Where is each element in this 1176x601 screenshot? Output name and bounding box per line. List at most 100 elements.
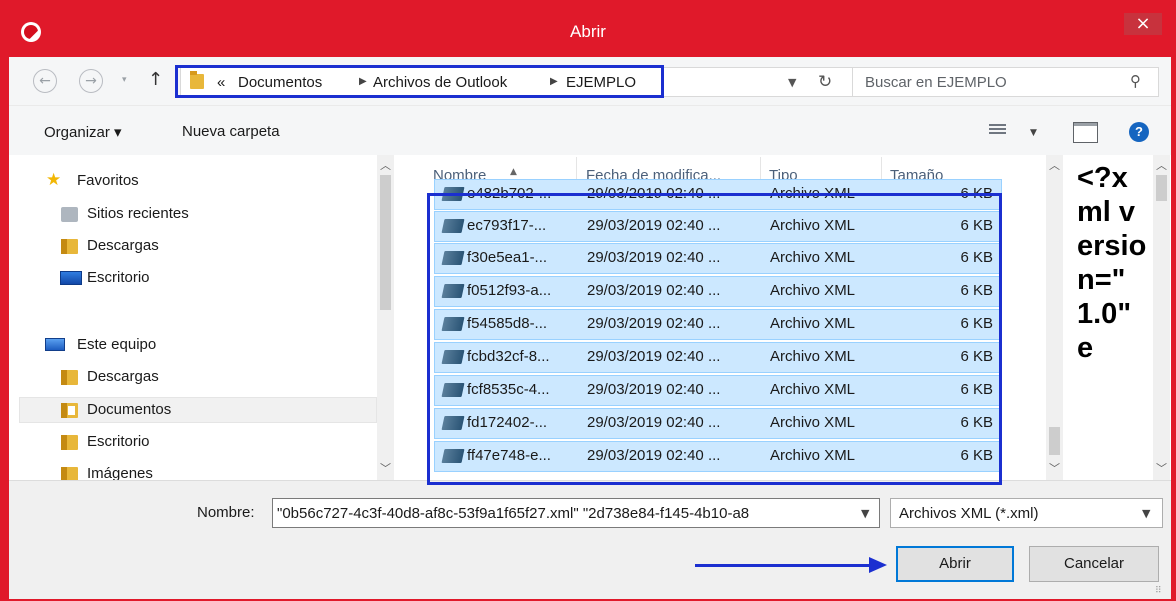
view-options-dropdown[interactable]: ▼ — [1030, 128, 1037, 138]
file-size: 6 KB — [960, 217, 993, 234]
file-type: Archivo XML — [770, 282, 856, 299]
file-type: Archivo XML — [770, 315, 856, 332]
file-name: fcbd32cf-8... — [467, 348, 550, 365]
organize-button[interactable]: Organizar ▾ — [44, 123, 122, 141]
forward-button[interactable]: → — [79, 69, 103, 93]
title-bar[interactable]: Abrir × — [0, 0, 1176, 60]
file-name: fcf8535c-4... — [467, 381, 550, 398]
file-rows: e482b702-... 29/03/2019 02:40 ... Archiv… — [434, 179, 1002, 475]
scroll-down-icon[interactable]: ﹀ — [380, 460, 391, 476]
scroll-thumb[interactable] — [380, 175, 391, 310]
nav-item-descargas[interactable]: Descargas — [19, 234, 377, 260]
file-type-select[interactable]: Archivos XML (*.xml) ▼ — [890, 498, 1163, 528]
xml-file-icon — [441, 416, 465, 430]
table-row[interactable]: f30e5ea1-... 29/03/2019 02:40 ... Archiv… — [434, 243, 1002, 274]
table-row[interactable]: fcbd32cf-8... 29/03/2019 02:40 ... Archi… — [434, 342, 1002, 373]
chevron-down-icon[interactable]: ▼ — [1142, 507, 1150, 520]
scroll-thumb[interactable] — [1049, 427, 1060, 455]
file-type: Archivo XML — [770, 447, 856, 464]
breadcrumb-documentos[interactable]: Documentos — [238, 74, 322, 91]
search-icon[interactable]: ⚲ — [1130, 72, 1141, 90]
file-date: 29/03/2019 02:40 ... — [587, 348, 721, 365]
search-input[interactable]: Buscar en EJEMPLO — [865, 74, 1007, 91]
refresh-icon[interactable]: ↻ — [818, 72, 832, 92]
nav-item-este-equipo[interactable]: Este equipo — [19, 333, 377, 359]
file-date: 29/03/2019 02:40 ... — [587, 217, 721, 234]
file-type-value: Archivos XML (*.xml) — [899, 505, 1039, 522]
nav-item-label: Favoritos — [77, 172, 139, 189]
folder-icon — [61, 239, 78, 254]
nav-item-imagenes[interactable]: Imágenes — [19, 462, 377, 480]
breadcrumb-prefix[interactable]: « — [217, 74, 225, 91]
file-type: Archivo XML — [770, 414, 856, 431]
nav-item-favoritos[interactable]: ★ Favoritos — [19, 169, 377, 195]
file-size: 6 KB — [960, 185, 993, 202]
breadcrumb-chevron-icon[interactable]: ▶ — [550, 76, 558, 87]
command-bar: Organizar ▾ Nueva carpeta ▼ ? — [9, 105, 1171, 155]
preview-pane-icon[interactable] — [1073, 122, 1098, 143]
file-type: Archivo XML — [770, 249, 856, 266]
preview-scrollbar[interactable]: ︿ ﹀ — [1153, 155, 1170, 480]
file-size: 6 KB — [960, 249, 993, 266]
file-size: 6 KB — [960, 381, 993, 398]
folder-icon — [190, 71, 204, 89]
change-view-icon[interactable] — [989, 124, 1006, 137]
table-row[interactable]: f54585d8-... 29/03/2019 02:40 ... Archiv… — [434, 309, 1002, 340]
file-name: ff47e748-e... — [467, 447, 551, 464]
file-name: fd172402-... — [467, 414, 548, 431]
nav-item-descargas-pc[interactable]: Descargas — [19, 365, 377, 391]
nav-item-sitios-recientes[interactable]: Sitios recientes — [19, 202, 377, 228]
file-name: e482b702-... — [467, 185, 552, 202]
file-list-scrollbar[interactable]: ︿ ﹀ — [1046, 155, 1063, 480]
file-date: 29/03/2019 02:40 ... — [587, 185, 721, 202]
computer-icon — [45, 338, 65, 351]
resize-grip-icon[interactable]: ⠿ — [1155, 586, 1167, 598]
file-name: f54585d8-... — [467, 315, 548, 332]
table-row[interactable]: f0512f93-a... 29/03/2019 02:40 ... Archi… — [434, 276, 1002, 307]
file-type: Archivo XML — [770, 217, 856, 234]
scroll-thumb[interactable] — [1156, 175, 1167, 201]
file-type: Archivo XML — [770, 348, 856, 365]
annotation-arrow — [695, 564, 871, 567]
folder-icon — [61, 435, 78, 450]
breadcrumb-chevron-icon[interactable]: ▶ — [359, 76, 367, 87]
nav-item-escritorio-pc[interactable]: Escritorio — [19, 430, 377, 456]
new-folder-button[interactable]: Nueva carpeta — [182, 123, 280, 140]
filename-value[interactable]: "0b56c727-4c3f-40d8-af8c-53f9a1f65f27.xm… — [277, 505, 852, 522]
breadcrumb-archivos-de-outlook[interactable]: Archivos de Outlook — [373, 74, 507, 91]
table-row[interactable]: e482b702-... 29/03/2019 02:40 ... Archiv… — [434, 179, 1002, 210]
nav-item-escritorio[interactable]: Escritorio — [19, 266, 377, 292]
help-icon[interactable]: ? — [1129, 122, 1149, 142]
recent-locations-dropdown[interactable]: ▾ — [122, 75, 127, 85]
file-type: Archivo XML — [770, 185, 856, 202]
table-row[interactable]: fd172402-... 29/03/2019 02:40 ... Archiv… — [434, 408, 1002, 439]
back-button[interactable]: ← — [33, 69, 57, 93]
nav-item-label: Sitios recientes — [87, 205, 189, 222]
file-name: f30e5ea1-... — [467, 249, 548, 266]
table-row[interactable]: fcf8535c-4... 29/03/2019 02:40 ... Archi… — [434, 375, 1002, 406]
breadcrumb-ejemplo[interactable]: EJEMPLO — [566, 74, 636, 91]
scroll-up-icon[interactable]: ︿ — [380, 157, 391, 173]
table-row[interactable]: ff47e748-e... 29/03/2019 02:40 ... Archi… — [434, 441, 1002, 472]
nav-item-documentos[interactable]: Documentos — [19, 397, 377, 423]
nav-item-label: Escritorio — [87, 269, 150, 286]
file-name: ec793f17-... — [467, 217, 547, 234]
search-box[interactable]: Buscar en EJEMPLO ⚲ — [852, 67, 1159, 97]
scroll-up-icon[interactable]: ︿ — [1156, 157, 1167, 173]
close-button[interactable]: × — [1124, 13, 1162, 35]
nav-scrollbar[interactable]: ︿ ﹀ — [377, 155, 394, 480]
open-button[interactable]: Abrir — [896, 546, 1014, 582]
scroll-down-icon[interactable]: ﹀ — [1156, 460, 1167, 476]
xml-file-icon — [441, 350, 465, 364]
address-dropdown-icon[interactable]: ▼ — [788, 76, 796, 89]
filename-dropdown-icon[interactable]: ▼ — [861, 507, 869, 520]
file-size: 6 KB — [960, 282, 993, 299]
up-button[interactable]: ↑ — [148, 69, 163, 90]
scroll-down-icon[interactable]: ﹀ — [1049, 460, 1060, 476]
star-icon: ★ — [46, 170, 62, 190]
filename-input[interactable]: "0b56c727-4c3f-40d8-af8c-53f9a1f65f27.xm… — [272, 498, 880, 528]
file-size: 6 KB — [960, 447, 993, 464]
cancel-button[interactable]: Cancelar — [1029, 546, 1159, 582]
table-row[interactable]: ec793f17-... 29/03/2019 02:40 ... Archiv… — [434, 211, 1002, 242]
scroll-up-icon[interactable]: ︿ — [1049, 157, 1060, 173]
